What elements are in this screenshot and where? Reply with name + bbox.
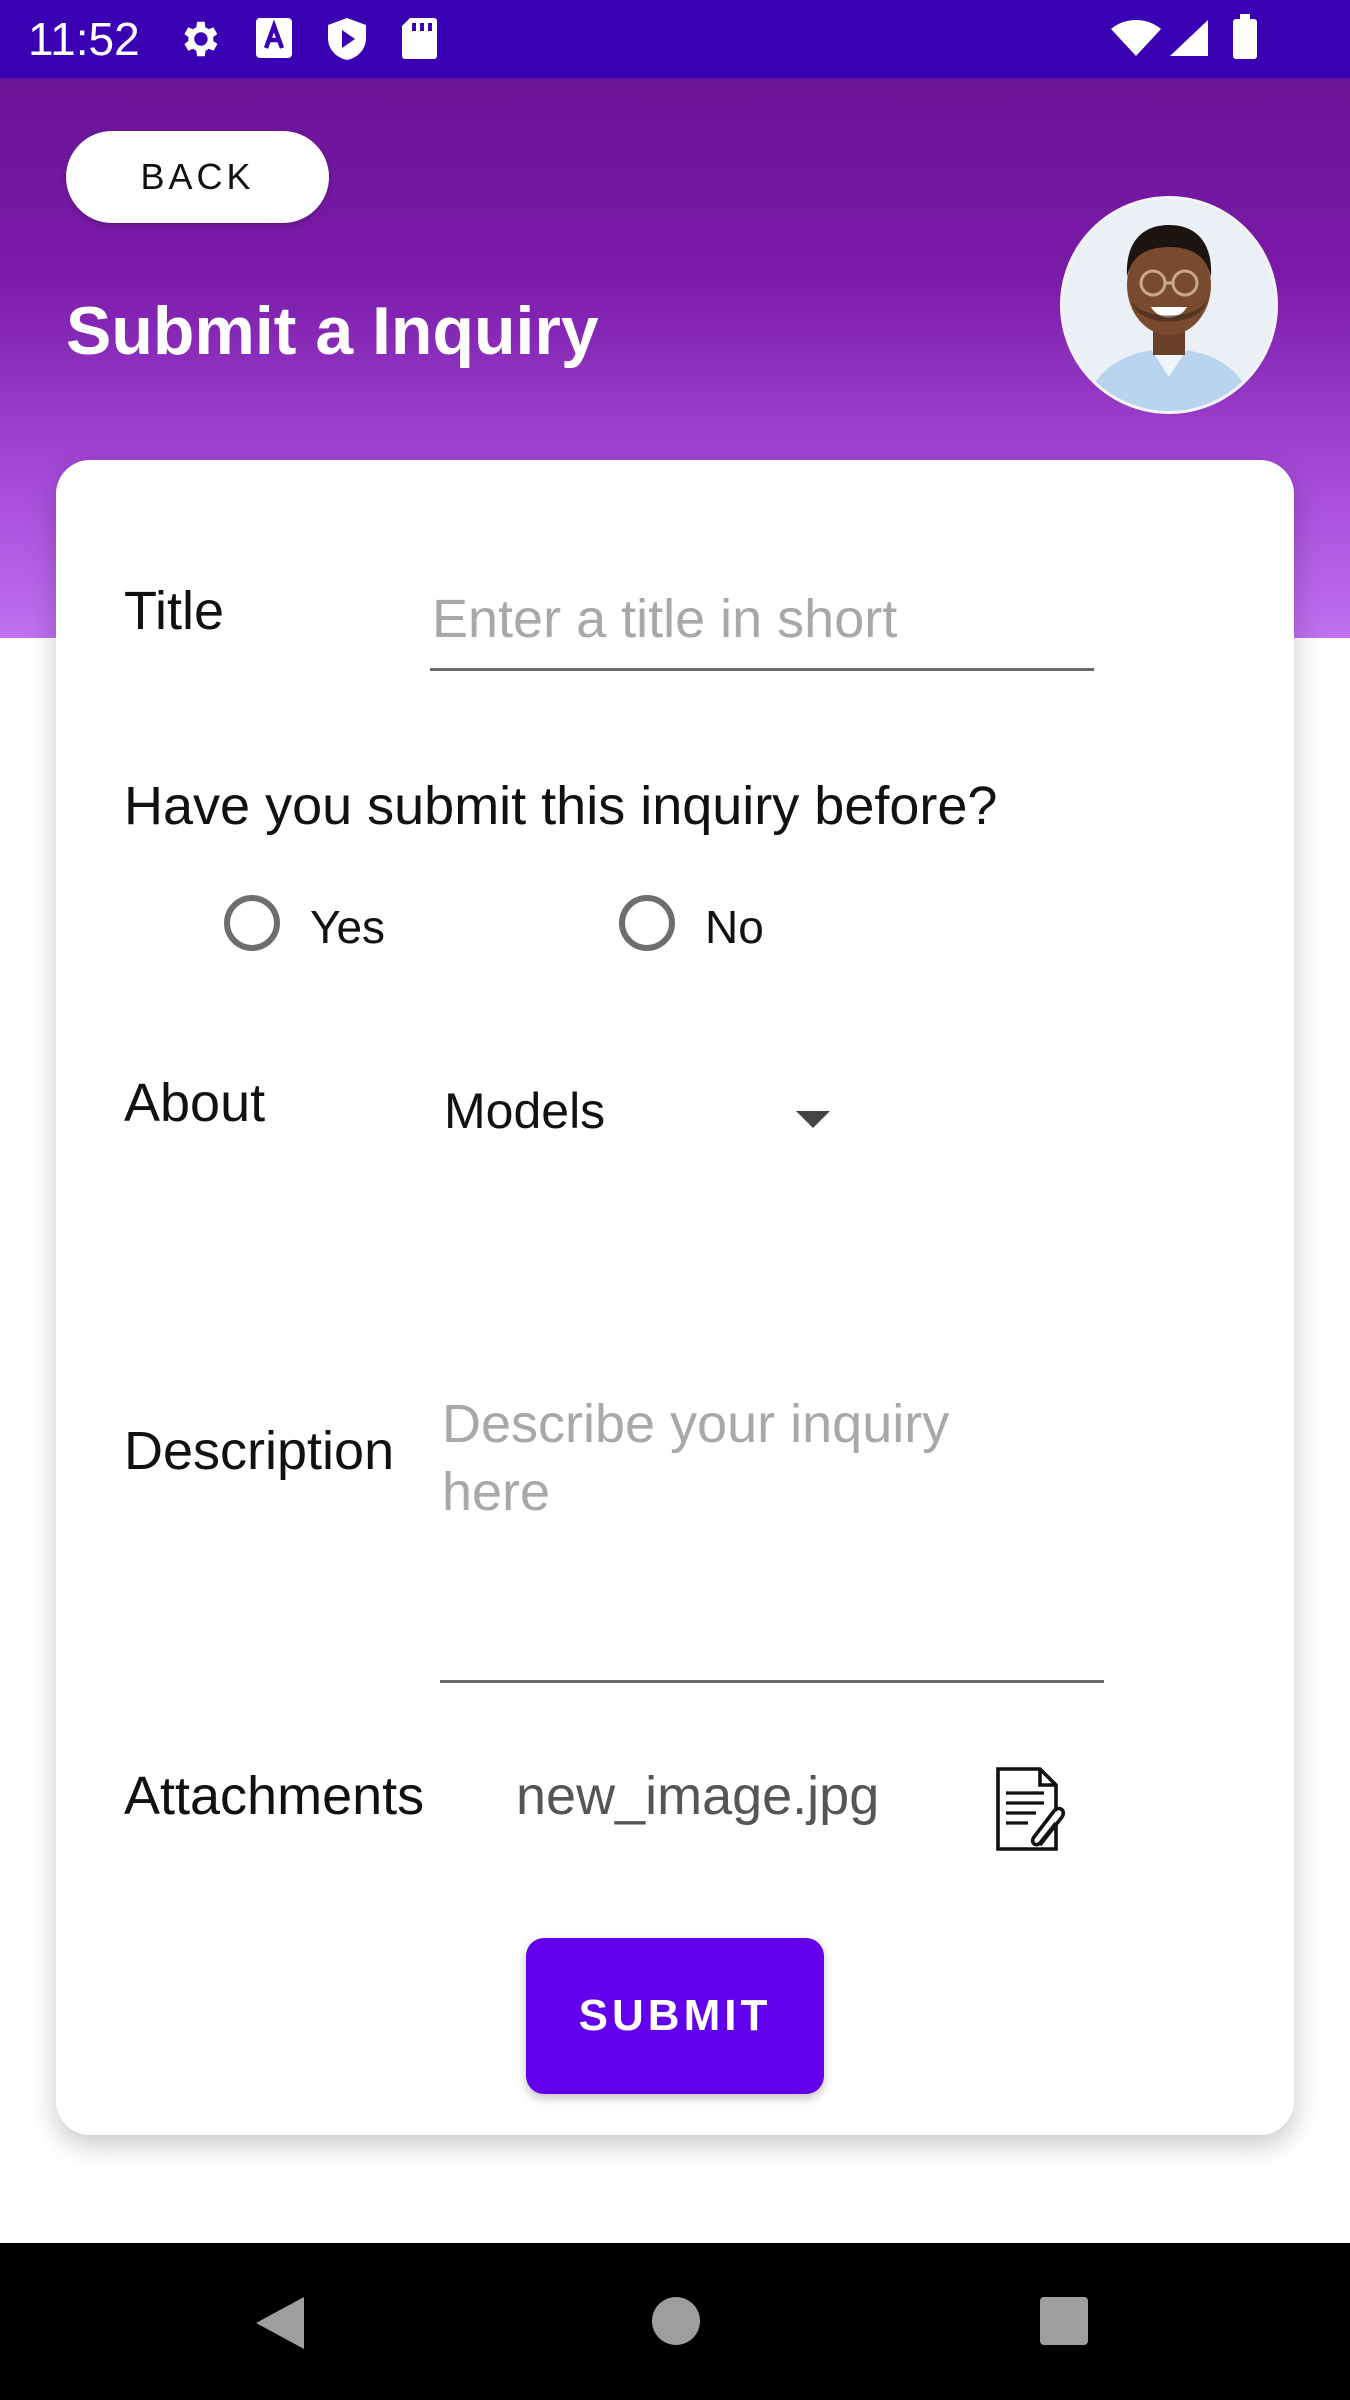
description-input[interactable]: Describe your inquiry here xyxy=(440,1390,1104,1683)
font-a-icon xyxy=(254,16,294,65)
title-input-placeholder: Enter a title in short xyxy=(432,589,898,649)
radio-yes-label[interactable]: Yes xyxy=(310,900,385,954)
status-time: 11:52 xyxy=(28,13,140,65)
page-title: Submit a Inquiry xyxy=(66,293,599,369)
attachment-filename: new_image.jpg xyxy=(516,1766,880,1826)
about-label: About xyxy=(124,1073,266,1133)
home-circle-icon[interactable] xyxy=(650,2295,702,2352)
attachments-label: Attachments xyxy=(124,1766,425,1826)
system-nav-bar xyxy=(0,2243,1350,2400)
avatar-portrait-icon xyxy=(1063,199,1275,411)
radio-yes[interactable] xyxy=(224,895,280,951)
shield-play-icon xyxy=(326,16,368,67)
title-label: Title xyxy=(124,581,225,641)
title-input[interactable]: Enter a title in short xyxy=(430,588,1094,671)
screen: 11:52 BACK Submit a Inquiry Title Enter … xyxy=(0,0,1350,2400)
sd-card-icon xyxy=(400,16,438,65)
chevron-down-icon xyxy=(796,1111,830,1128)
about-selected-value: Models xyxy=(444,1083,606,1139)
submit-button[interactable]: SUBMIT xyxy=(526,1938,824,2094)
radio-no-label[interactable]: No xyxy=(705,900,764,954)
back-button[interactable]: BACK xyxy=(66,131,329,223)
about-dropdown[interactable]: Models xyxy=(430,1060,930,1150)
gear-icon xyxy=(176,16,222,67)
inquiry-form-card: Title Enter a title in short Have you su… xyxy=(56,460,1294,2135)
description-label: Description xyxy=(124,1421,395,1481)
recents-square-icon[interactable] xyxy=(1038,2295,1090,2352)
avatar[interactable] xyxy=(1060,196,1278,414)
back-triangle-icon[interactable] xyxy=(252,2293,308,2358)
wifi-icon xyxy=(1110,18,1162,63)
battery-icon xyxy=(1232,14,1258,65)
attachment-icon[interactable] xyxy=(992,1765,1072,1858)
question-label: Have you submit this inquiry before? xyxy=(124,776,998,836)
radio-no[interactable] xyxy=(619,895,675,951)
signal-icon xyxy=(1168,18,1210,63)
description-input-placeholder: Describe your inquiry here xyxy=(442,1394,950,1522)
status-bar: 11:52 xyxy=(0,0,1350,78)
